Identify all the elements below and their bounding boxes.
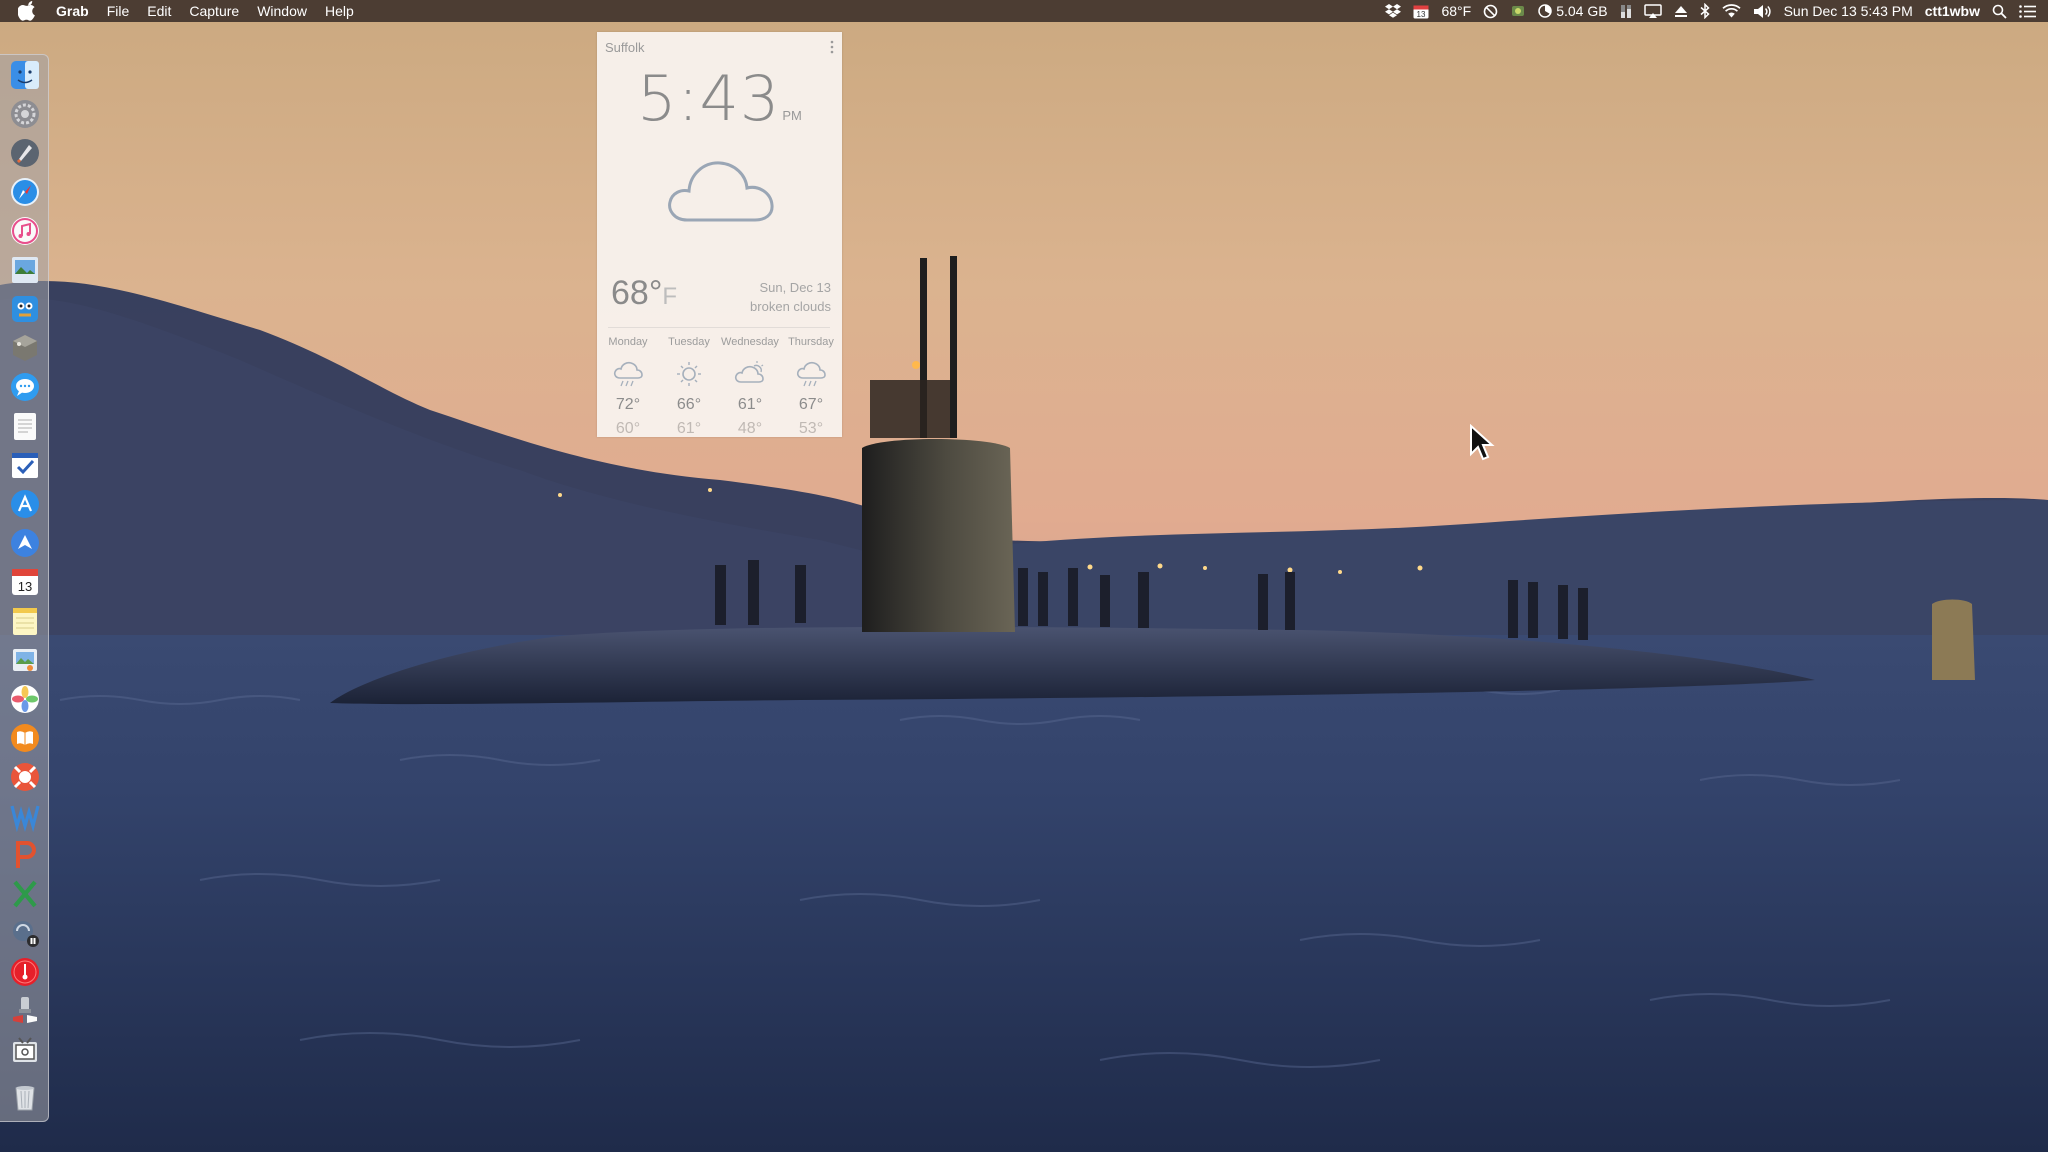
- grab-icon[interactable]: [9, 1034, 41, 1066]
- notes-icon[interactable]: [9, 605, 41, 637]
- forecast-low: 53°: [798, 420, 824, 437]
- safari-icon[interactable]: [9, 176, 41, 208]
- notification-center-icon[interactable]: [2019, 4, 2036, 18]
- apple-menu-icon[interactable]: [18, 1, 38, 21]
- rain-cloud-icon: [612, 360, 644, 388]
- memory-status[interactable]: 5.04 GB: [1538, 0, 1608, 22]
- forecast-high: 66°: [676, 396, 702, 413]
- ibooks-icon[interactable]: [9, 722, 41, 754]
- widget-condition: broken clouds: [750, 299, 831, 314]
- volume-icon[interactable]: [1753, 4, 1772, 19]
- widget-clock: 5:43 PM: [597, 62, 842, 135]
- memory-gauge-icon: [1538, 4, 1552, 18]
- calendar-status-icon[interactable]: 13: [1413, 4, 1429, 19]
- dropbox-icon[interactable]: [1385, 4, 1402, 18]
- trash-icon[interactable]: [9, 1081, 41, 1113]
- widget-location: Suffolk: [605, 40, 645, 55]
- forecast-day: Wednesday 61° 48°: [719, 336, 781, 438]
- partly-cloudy-icon: [734, 360, 766, 388]
- utility-icon[interactable]: [9, 332, 41, 364]
- launchpad-icon[interactable]: [9, 137, 41, 169]
- finder-icon[interactable]: [9, 59, 41, 91]
- scanner-icon[interactable]: [9, 293, 41, 325]
- lifesaver-icon[interactable]: [9, 761, 41, 793]
- do-not-disturb-icon[interactable]: [1483, 4, 1498, 19]
- bluetooth-icon[interactable]: [1700, 3, 1710, 19]
- itunes-icon[interactable]: [9, 215, 41, 247]
- menu-window[interactable]: Window: [248, 0, 316, 22]
- photos-icon[interactable]: [9, 683, 41, 715]
- forecast-day: Thursday 67° 53°: [780, 336, 842, 438]
- calendar-icon[interactable]: 13: [9, 566, 41, 598]
- script-editor-icon[interactable]: [9, 995, 41, 1027]
- dock-calendar-date: 13: [18, 579, 32, 594]
- forecast-low: 60°: [615, 420, 641, 437]
- forecast-high: 67°: [798, 396, 824, 413]
- forecast-day-name: Tuesday: [668, 336, 710, 348]
- forecast-day-name: Wednesday: [721, 336, 779, 348]
- powerpoint-icon[interactable]: [9, 839, 41, 871]
- eject-icon[interactable]: [1674, 4, 1688, 18]
- widget-current-temp: 68°F: [611, 274, 677, 313]
- widget-date-condition: Sun, Dec 13 broken clouds: [750, 278, 831, 316]
- widget-divider: [608, 327, 830, 328]
- memory-value: 5.04 GB: [1556, 3, 1608, 19]
- widget-ampm: PM: [782, 108, 802, 123]
- dock: 13: [0, 54, 49, 1122]
- messages-icon[interactable]: [9, 371, 41, 403]
- calendar-status-day: 13: [1417, 10, 1426, 19]
- forecast-low: 48°: [737, 420, 763, 437]
- textedit-icon[interactable]: [9, 410, 41, 442]
- gpu-status-icon[interactable]: [1510, 3, 1526, 19]
- menu-capture[interactable]: Capture: [180, 0, 248, 22]
- wifi-icon[interactable]: [1722, 4, 1741, 18]
- user-account-menu[interactable]: ctt1wbw: [1925, 0, 1980, 22]
- word-icon[interactable]: [9, 800, 41, 832]
- clock-datetime[interactable]: Sun Dec 13 5:43 PM: [1784, 0, 1913, 22]
- forecast-day-name: Monday: [608, 336, 648, 348]
- widget-menu-icon[interactable]: [830, 40, 834, 59]
- app-store-icon[interactable]: [9, 488, 41, 520]
- forecast-high: 61°: [737, 396, 763, 413]
- navigation-icon[interactable]: [9, 527, 41, 559]
- system-preferences-icon[interactable]: [9, 98, 41, 130]
- forecast-day: Monday 72° 60°: [597, 336, 659, 438]
- memory-bars-icon[interactable]: [1620, 3, 1632, 19]
- widget-time: 5:43: [637, 62, 781, 135]
- music-player-icon[interactable]: [9, 956, 41, 988]
- menu-help[interactable]: Help: [316, 0, 363, 22]
- widget-temp-value: 68°: [611, 274, 663, 312]
- weather-widget[interactable]: Suffolk 5:43 PM 68°F Sun, Dec 13 broken c…: [597, 32, 842, 437]
- desktop: [0, 0, 2048, 1152]
- mouse-cursor-icon: [1469, 423, 1495, 467]
- widget-date: Sun, Dec 13: [759, 280, 831, 295]
- airplay-icon[interactable]: [1643, 3, 1662, 19]
- photo-viewer-icon[interactable]: [9, 644, 41, 676]
- broken-clouds-icon: [665, 152, 777, 229]
- screen-recorder-icon[interactable]: [9, 917, 41, 949]
- rain-cloud-icon: [795, 360, 827, 388]
- excel-icon[interactable]: [9, 878, 41, 910]
- spotlight-search-icon[interactable]: [1992, 4, 2007, 19]
- menu-file[interactable]: File: [98, 0, 139, 22]
- forecast-high: 72°: [615, 396, 641, 413]
- temperature-status[interactable]: 68°F: [1441, 0, 1471, 22]
- wallpaper-submarine-image: [0, 0, 2048, 1152]
- preview-icon[interactable]: [9, 254, 41, 286]
- menu-bar: Grab File Edit Capture Window Help 13 68…: [0, 0, 2048, 22]
- menu-edit[interactable]: Edit: [138, 0, 180, 22]
- forecast-low: 61°: [676, 420, 702, 437]
- forecast-day: Tuesday 66° 61°: [658, 336, 720, 438]
- app-menu-grab[interactable]: Grab: [47, 0, 98, 22]
- sun-icon: [673, 360, 705, 388]
- widget-temp-unit: F: [662, 283, 678, 310]
- forecast-day-name: Thursday: [788, 336, 834, 348]
- reminders-icon[interactable]: [9, 449, 41, 481]
